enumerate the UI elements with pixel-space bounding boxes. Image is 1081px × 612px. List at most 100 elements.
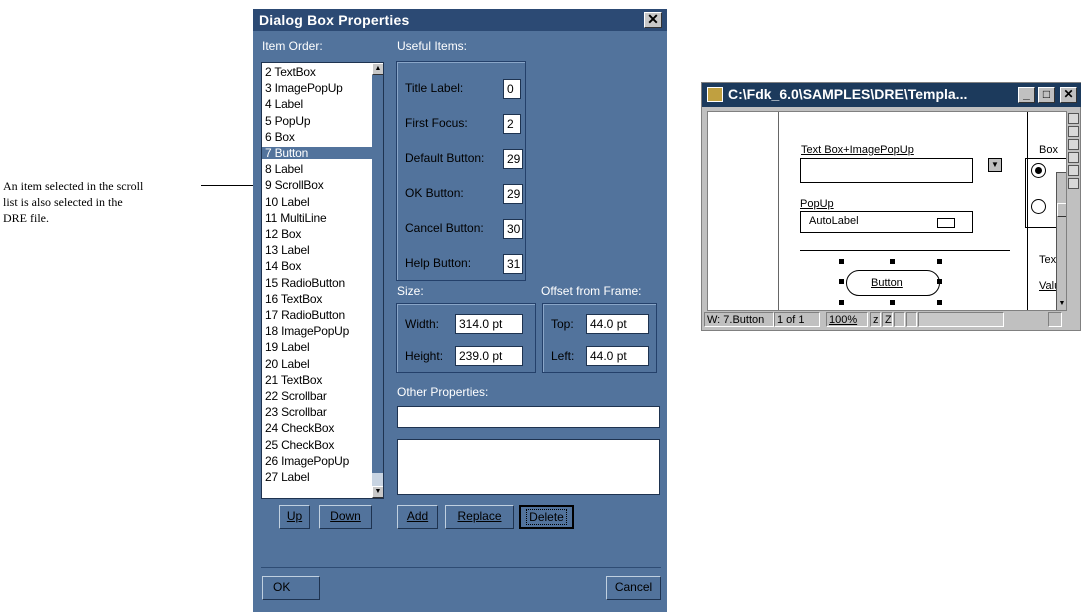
popup-element[interactable]: AutoLabel [800,211,973,233]
selection-handle[interactable] [839,279,844,284]
list-item[interactable]: 11 MultiLine [265,212,327,224]
list-item[interactable]: 26 ImagePopUp [265,455,349,467]
dialog-title-bar[interactable]: Dialog Box Properties ✕ [253,9,667,31]
zoom-out-button[interactable]: z [870,312,881,327]
tool-scroll-up-icon[interactable] [1068,178,1079,189]
default-button-field[interactable]: 29 [503,149,523,169]
radio-unselected-icon[interactable] [1031,199,1046,214]
list-item[interactable]: 19 Label [265,341,310,353]
list-item[interactable]: 23 Scrollbar [265,406,327,418]
popup-label: PopUp [800,198,834,210]
list-item[interactable]: 2 TextBox [265,66,316,78]
list-item[interactable]: 15 RadioButton [265,277,345,289]
dialog-close-button[interactable]: ✕ [644,12,662,28]
replace-button[interactable]: Replace [445,505,514,529]
page-prev-icon[interactable] [894,312,905,327]
cancel-button-field[interactable]: 30 [503,219,523,239]
image-popup-element[interactable]: ▼ [988,158,1002,172]
autolabel-text: AutoLabel [809,215,859,227]
list-item[interactable]: 17 RadioButton [265,309,345,321]
list-item[interactable]: 16 TextBox [265,293,322,305]
list-item[interactable]: 8 Label [265,163,303,175]
selection-handle[interactable] [839,300,844,305]
document-canvas[interactable]: Text Box+ImagePopUp ▼ PopUp AutoLabel Bu… [707,111,1067,311]
selection-handle[interactable] [937,259,942,264]
item-order-label: Item Order: [262,39,323,53]
page-next-icon[interactable] [906,312,917,327]
add-button-label: Add [406,509,429,523]
delete-button[interactable]: Delete [519,505,574,529]
scroll-up-icon[interactable]: ▲ [372,63,383,75]
button-element-label: Button [871,277,903,289]
selected-button-element[interactable]: Button [846,270,940,296]
left-field[interactable]: 44.0 pt [586,346,649,366]
scroll-right-icon[interactable] [1048,312,1062,327]
tool-sigma-icon[interactable] [1068,165,1079,176]
dre-document-window: C:\Fdk_6.0\SAMPLES\DRE\Templa... _ □ ✕ T… [701,82,1081,331]
list-item[interactable]: 4 Label [265,98,303,110]
down-button[interactable]: Down [319,505,372,529]
down-button-label: Down [330,509,361,523]
doc-scrollbar[interactable]: ▼ [1056,172,1066,310]
list-item[interactable]: 5 PopUp [265,115,311,127]
textbox-element[interactable] [800,158,973,183]
list-item[interactable]: 9 ScrollBox [265,179,324,191]
cancel-button[interactable]: Cancel [606,576,661,600]
list-item[interactable]: 25 CheckBox [265,439,334,451]
other-properties-text[interactable] [397,439,660,495]
doc-scroll-thumb[interactable] [1057,203,1066,217]
width-field[interactable]: 314.0 pt [455,314,523,334]
top-label: Top: [551,317,574,331]
ok-button[interactable]: OK [262,576,320,600]
scroll-thumb[interactable] [372,75,383,473]
list-item[interactable]: 24 CheckBox [265,422,334,434]
list-item[interactable]: 3 ImagePopUp [265,82,343,94]
radio-selected-icon[interactable] [1031,163,1046,178]
selection-handle[interactable] [937,300,942,305]
status-zoom[interactable]: 100% [826,312,868,327]
top-field[interactable]: 44.0 pt [586,314,649,334]
help-button-field[interactable]: 31 [503,254,523,274]
list-item[interactable]: 6 Box [265,131,295,143]
list-item[interactable]: 27 Label [265,471,310,483]
list-item[interactable]: 10 Label [265,196,310,208]
list-item[interactable]: 7 Button [262,147,372,159]
up-button-label: Up [286,509,303,523]
tool-pen-icon[interactable] [1068,126,1079,137]
tool-frame-icon[interactable] [1068,113,1079,124]
window-close-button[interactable]: ✕ [1060,87,1077,103]
add-button[interactable]: Add [397,505,438,529]
list-item[interactable]: 12 Box [265,228,301,240]
textbox-label: Text Box+ImagePopUp [801,144,914,156]
item-order-list[interactable]: 2 TextBox 3 ImagePopUp 4 Label 5 PopUp 6 Box… [261,62,384,499]
selection-handle[interactable] [890,259,895,264]
selection-handle[interactable] [839,259,844,264]
maximize-button[interactable]: □ [1038,87,1055,103]
horizontal-scrollbar[interactable] [918,312,1004,327]
title-label-field[interactable]: 0 [503,79,521,99]
list-item[interactable]: 21 TextBox [265,374,322,386]
height-field[interactable]: 239.0 pt [455,346,523,366]
window-title: C:\Fdk_6.0\SAMPLES\DRE\Templa... [728,86,968,102]
window-title-bar[interactable]: C:\Fdk_6.0\SAMPLES\DRE\Templa... _ □ ✕ [702,83,1081,107]
first-focus-field[interactable]: 2 [503,114,521,134]
scroll-down-icon[interactable]: ▼ [372,486,383,498]
up-button[interactable]: Up [279,505,310,529]
tool-text-icon[interactable] [1068,139,1079,150]
doc-scroll-down-icon[interactable]: ▼ [1057,299,1066,310]
list-scrollbar[interactable]: ▲ ▼ [372,63,383,498]
other-properties-input[interactable] [397,406,660,428]
minimize-button[interactable]: _ [1018,87,1035,103]
list-item[interactable]: 14 Box [265,260,301,272]
zoom-in-button[interactable]: Z [882,312,893,327]
status-bar: W: 7.Button 1 of 1 100% z Z [702,311,1080,328]
list-item[interactable]: 13 Label [265,244,310,256]
selection-handle[interactable] [890,300,895,305]
selection-handle[interactable] [937,279,942,284]
list-item[interactable]: 18 ImagePopUp [265,325,349,337]
tool-triangle-icon[interactable] [1068,152,1079,163]
list-item[interactable]: 22 Scrollbar [265,390,327,402]
ok-button-field[interactable]: 29 [503,184,523,204]
list-item[interactable]: 20 Label [265,358,310,370]
annotation-line-1: An item selected in the scroll [3,179,144,193]
